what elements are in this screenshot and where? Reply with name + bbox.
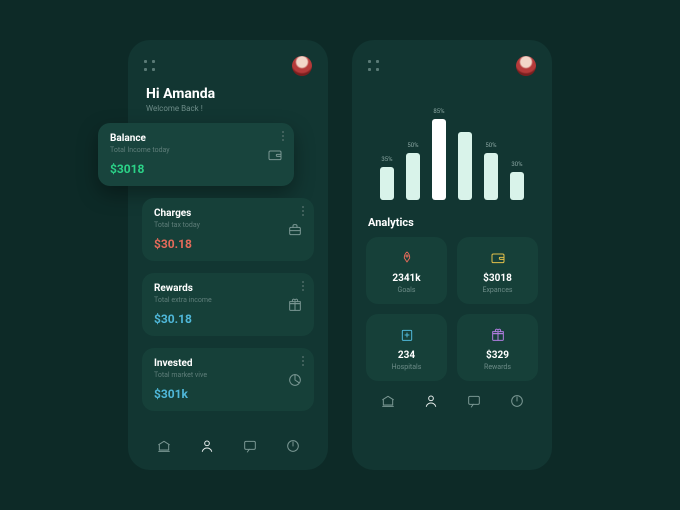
tab-power[interactable] (283, 436, 303, 456)
phone-header (352, 52, 552, 82)
card-sub: Total Income today (110, 146, 282, 154)
chart-bar-label: 85% (433, 108, 444, 115)
chart-bar-fill (380, 167, 394, 200)
chart-bar-label: 30% (511, 161, 522, 168)
card-charges[interactable]: Charges Total tax today $30.18 (142, 198, 314, 261)
tile-label: Hospitals (392, 363, 422, 371)
chart-bar: 50% (482, 142, 500, 201)
tile-value: $3018 (483, 273, 512, 284)
greeting-title: Hi Amanda (146, 86, 310, 102)
tab-user[interactable] (197, 436, 217, 456)
gift-icon (286, 296, 304, 314)
wallet-icon (489, 249, 507, 267)
phone-right: 35% 50% 85% 50% 30% Analytics 2341k Goal… (352, 40, 552, 470)
card-title: Invested (154, 358, 302, 369)
tab-chat[interactable] (240, 436, 260, 456)
chart-bar: 30% (508, 161, 526, 201)
chart-bar-fill (484, 153, 498, 201)
chart-bar-label: 50% (407, 142, 418, 149)
menu-dots-icon[interactable] (144, 60, 156, 72)
tab-bank[interactable] (154, 436, 174, 456)
card-menu-icon[interactable] (302, 356, 304, 366)
tile-label: Goals (398, 286, 416, 294)
tile-value: 2341k (392, 273, 420, 284)
cards-list: Balance Total Income today $3018 Charges… (128, 123, 328, 426)
tab-user[interactable] (421, 391, 441, 411)
tile-goals[interactable]: 2341k Goals (366, 237, 447, 304)
chart-bar-fill (406, 153, 420, 201)
analytics-title: Analytics (352, 210, 552, 237)
tile-label: Rewards (484, 363, 511, 371)
card-value: $301k (154, 387, 302, 401)
greeting-sub: Welcome Back ! (146, 104, 310, 113)
greeting: Hi Amanda Welcome Back ! (128, 82, 328, 123)
tile-value: $329 (486, 350, 509, 361)
avatar[interactable] (292, 56, 312, 76)
chart: 35% 50% 85% 50% 30% (352, 82, 552, 210)
card-title: Charges (154, 208, 302, 219)
card-value: $3018 (110, 162, 282, 176)
tab-bank[interactable] (378, 391, 398, 411)
phone-header (128, 52, 328, 82)
briefcase-icon (286, 221, 304, 239)
gift-icon (489, 326, 507, 344)
chart-bar-label: 50% (485, 142, 496, 149)
card-rewards[interactable]: Rewards Total extra income $30.18 (142, 273, 314, 336)
wallet-icon (266, 146, 284, 164)
card-sub: Total market vive (154, 371, 302, 379)
rocket-icon (398, 249, 416, 267)
card-menu-icon[interactable] (302, 206, 304, 216)
card-balance[interactable]: Balance Total Income today $3018 (98, 123, 294, 186)
pie-icon (286, 371, 304, 389)
chart-bar-fill (432, 119, 446, 200)
tile-label: Expances (482, 286, 512, 294)
chart-bar-fill (510, 172, 524, 201)
tile-value: 234 (398, 350, 415, 361)
chart-bar-fill (458, 132, 472, 200)
hospital-icon (398, 326, 416, 344)
card-value: $30.18 (154, 237, 302, 251)
card-title: Rewards (154, 283, 302, 294)
tabbar (352, 381, 552, 425)
card-invested[interactable]: Invested Total market vive $301k (142, 348, 314, 411)
menu-dots-icon[interactable] (368, 60, 380, 72)
card-menu-icon[interactable] (282, 131, 284, 141)
chart-bar: 85% (430, 108, 448, 200)
chart-bar: 50% (404, 142, 422, 201)
tile-hospitals[interactable]: 234 Hospitals (366, 314, 447, 381)
tab-power[interactable] (507, 391, 527, 411)
chart-bar (456, 132, 474, 200)
card-sub: Total extra income (154, 296, 302, 304)
tab-chat[interactable] (464, 391, 484, 411)
card-title: Balance (110, 133, 282, 144)
avatar[interactable] (516, 56, 536, 76)
card-sub: Total tax today (154, 221, 302, 229)
card-value: $30.18 (154, 312, 302, 326)
phone-left: Hi Amanda Welcome Back ! Balance Total I… (128, 40, 328, 470)
chart-bar-label: 35% (381, 156, 392, 163)
tile-rewards[interactable]: $329 Rewards (457, 314, 538, 381)
tabbar (128, 426, 328, 470)
chart-bar: 35% (378, 156, 396, 200)
tiles-grid: 2341k Goals $3018 Expances 234 Hospitals… (352, 237, 552, 381)
card-menu-icon[interactable] (302, 281, 304, 291)
tile-expances[interactable]: $3018 Expances (457, 237, 538, 304)
